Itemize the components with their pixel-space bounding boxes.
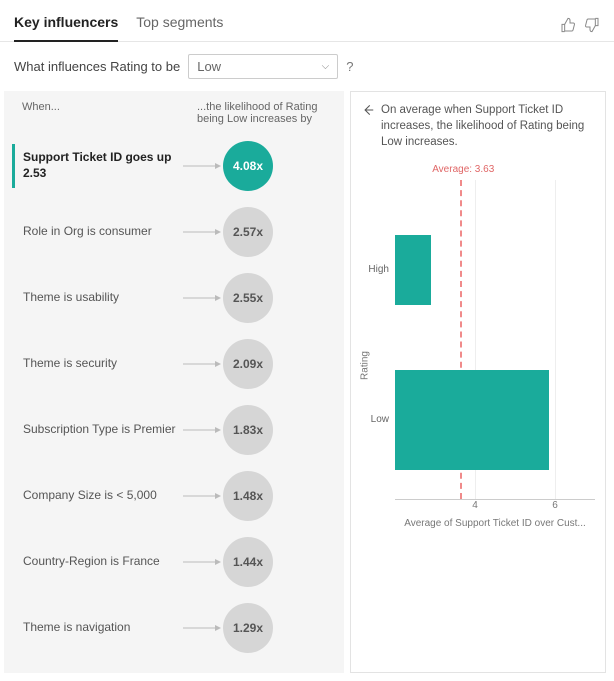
influencer-label: Theme is usability <box>23 290 183 306</box>
target-value-dropdown[interactable]: Low ⌵ <box>188 54 338 79</box>
x-tick: 4 <box>472 500 478 511</box>
connector-arrow-icon <box>183 298 223 299</box>
connector-arrow-icon <box>183 166 223 167</box>
x-axis-label: Average of Support Ticket ID over Cust..… <box>395 518 595 529</box>
tab-key-influencers[interactable]: Key influencers <box>14 8 118 42</box>
connector-arrow-icon <box>183 496 223 497</box>
tab-top-segments[interactable]: Top segments <box>136 8 223 41</box>
category-label: Low <box>359 414 389 425</box>
multiplier-bubble: 2.55x <box>223 273 273 323</box>
when-header: When... <box>22 101 197 125</box>
influencer-row[interactable]: Role in Org is consumer 2.57x <box>12 201 336 263</box>
multiplier-bubble: 2.57x <box>223 207 273 257</box>
help-icon[interactable]: ? <box>346 59 353 74</box>
influencer-row[interactable]: Subscription Type is Premier 1.83x <box>12 399 336 461</box>
influencer-row[interactable]: Theme is security 2.09x <box>12 333 336 395</box>
connector-arrow-icon <box>183 364 223 365</box>
question-prefix: What influences Rating to be <box>14 59 180 74</box>
influencer-row[interactable]: Theme is navigation 1.29x <box>12 597 336 659</box>
average-label: Average: 3.63 <box>432 164 494 175</box>
visual-tabs: Key influencers Top segments <box>14 8 223 41</box>
chart-bar <box>395 235 431 305</box>
back-arrow-icon[interactable] <box>361 103 375 117</box>
then-header: ...the likelihood of Rating being Low in… <box>197 101 332 125</box>
connector-arrow-icon <box>183 628 223 629</box>
detail-text: On average when Support Ticket ID increa… <box>381 102 595 150</box>
influencer-label: Country-Region is France <box>23 554 183 570</box>
category-label: High <box>359 264 389 275</box>
influencer-label: Support Ticket ID goes up 2.53 <box>23 150 183 181</box>
detail-chart: Rating Average: 3.63 HighLow 46 Average … <box>395 180 595 540</box>
multiplier-bubble: 1.48x <box>223 471 273 521</box>
influencer-label: Company Size is < 5,000 <box>23 488 183 504</box>
connector-arrow-icon <box>183 430 223 431</box>
connector-arrow-icon <box>183 232 223 233</box>
influencer-row[interactable]: Support Ticket ID goes up 2.53 4.08x <box>12 135 336 197</box>
x-tick: 6 <box>552 500 558 511</box>
multiplier-bubble: 1.44x <box>223 537 273 587</box>
connector-arrow-icon <box>183 562 223 563</box>
influencer-label: Theme is navigation <box>23 620 183 636</box>
influencer-label: Subscription Type is Premier <box>23 422 183 438</box>
influencers-panel: When... ...the likelihood of Rating bein… <box>4 91 344 673</box>
multiplier-bubble: 1.29x <box>223 603 273 653</box>
influencer-row[interactable]: Theme is usability 2.55x <box>12 267 336 329</box>
influencer-row[interactable]: Country-Region is France 1.44x <box>12 531 336 593</box>
influencer-label: Role in Org is consumer <box>23 224 183 240</box>
multiplier-bubble: 1.83x <box>223 405 273 455</box>
detail-panel: On average when Support Ticket ID increa… <box>350 91 606 673</box>
chevron-down-icon: ⌵ <box>322 61 330 72</box>
chart-bar <box>395 370 549 470</box>
influencer-row[interactable]: Company Size is < 5,000 1.48x <box>12 465 336 527</box>
influencer-label: Theme is security <box>23 356 183 372</box>
thumbs-up-icon[interactable] <box>560 17 576 33</box>
multiplier-bubble: 4.08x <box>223 141 273 191</box>
multiplier-bubble: 2.09x <box>223 339 273 389</box>
y-axis-label: Rating <box>360 351 371 380</box>
question-row: What influences Rating to be Low ⌵ ? <box>0 42 614 91</box>
thumbs-down-icon[interactable] <box>584 17 600 33</box>
dropdown-selected-value: Low <box>197 59 221 74</box>
